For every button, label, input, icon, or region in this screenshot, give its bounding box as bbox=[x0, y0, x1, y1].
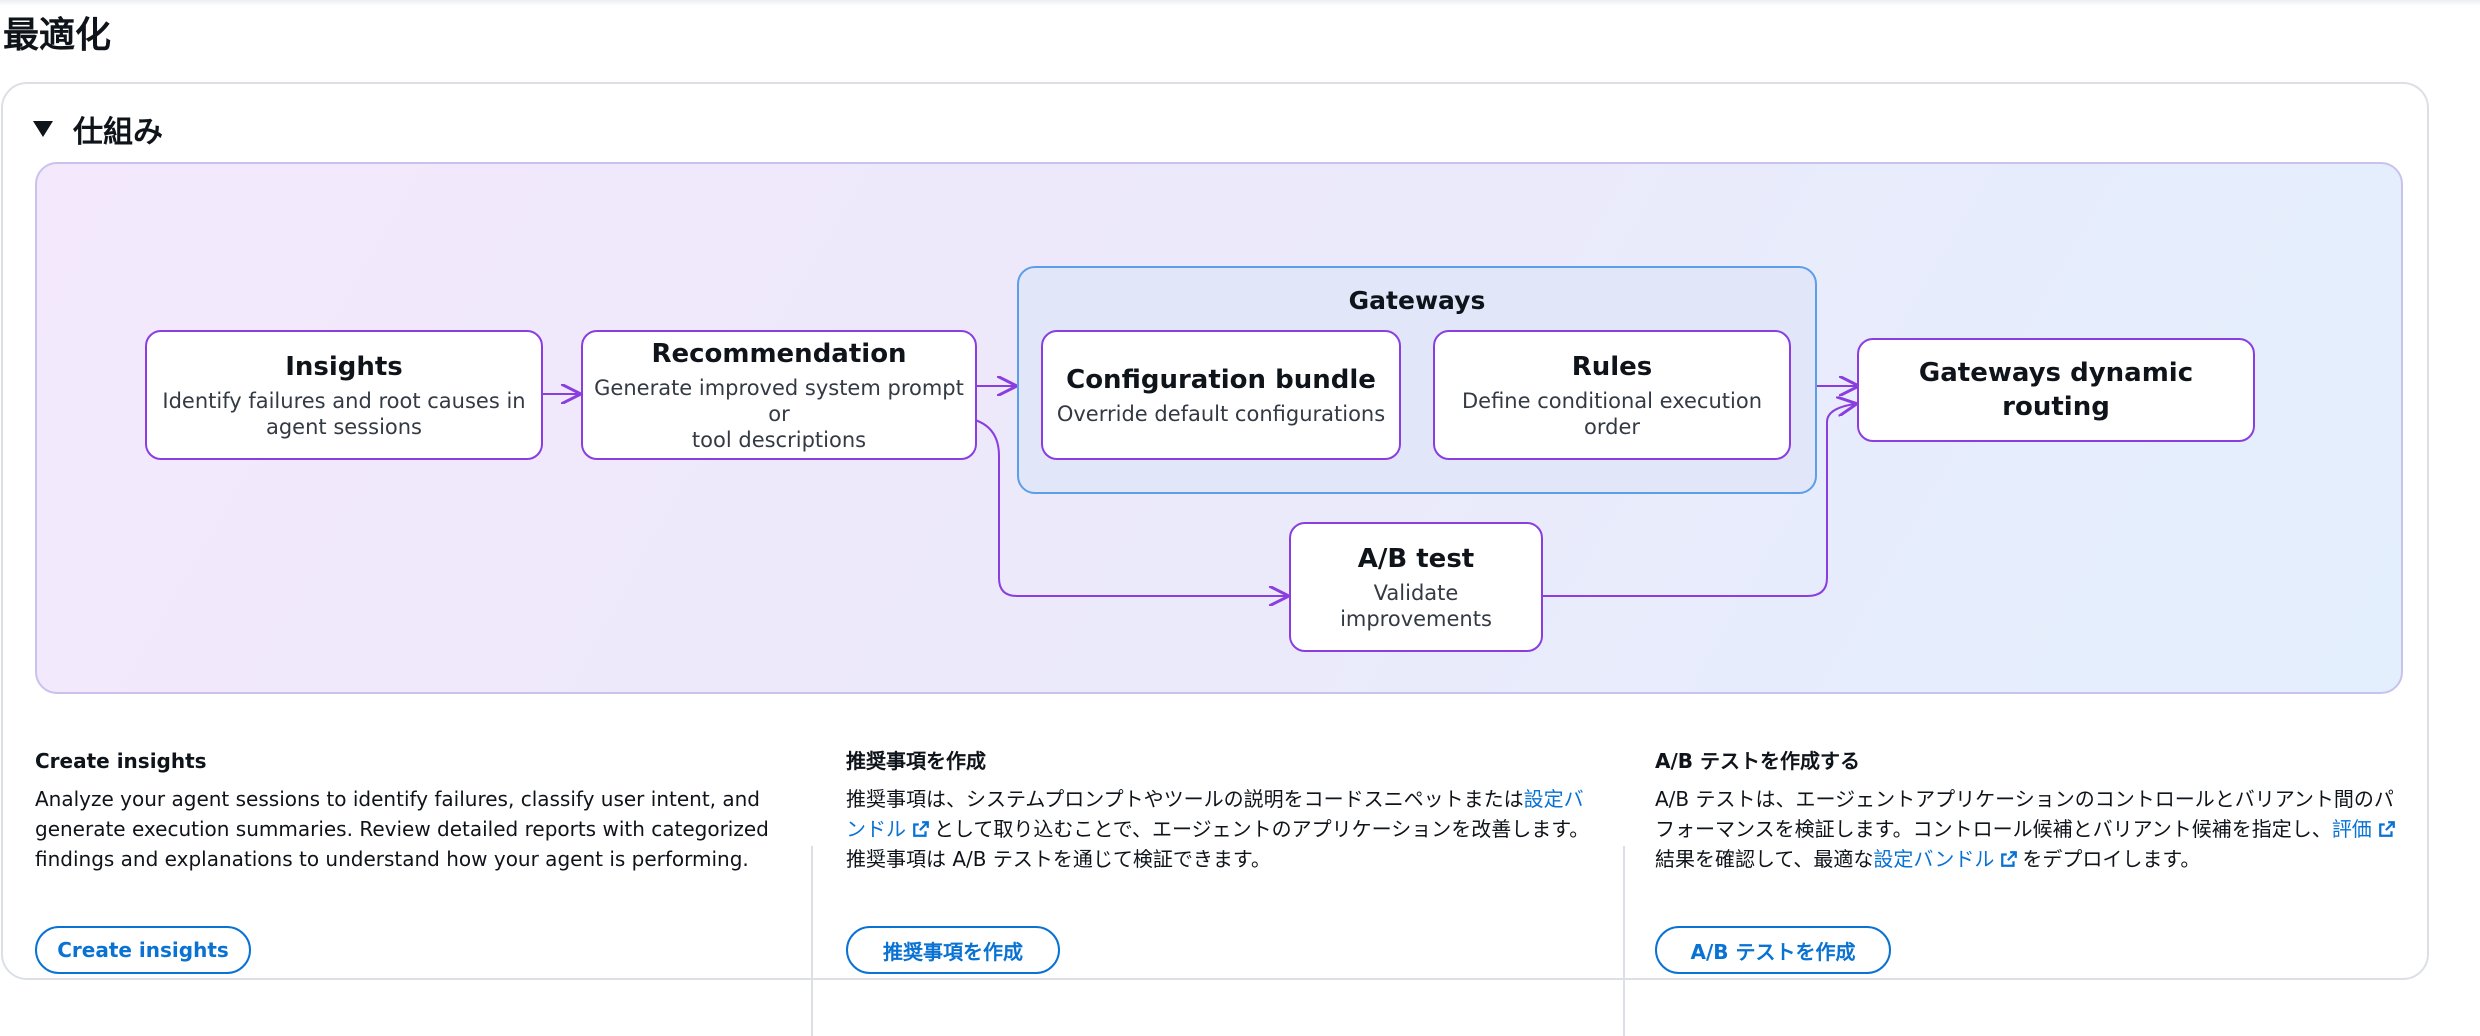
ab-test-title: A/B test bbox=[1357, 544, 1475, 574]
body-text: として取り込むことで、エージェントのアプリケーションを改善します。推奨事項は A… bbox=[846, 817, 1590, 871]
body-text: 結果を確認して、最適な bbox=[1655, 847, 1874, 871]
action-columns: Create insights Analyze your agent sessi… bbox=[3, 704, 2431, 1036]
page-title: 最適化 bbox=[3, 15, 112, 56]
gateways-dynamic-routing-node: Gateways dynamic routing bbox=[1857, 338, 2255, 442]
column-title: 推奨事項を作成 bbox=[846, 749, 986, 773]
recommendation-desc-line2: tool descriptions bbox=[691, 428, 867, 452]
create-insights-button[interactable]: Create insights bbox=[35, 926, 251, 974]
rules-node: Rules Define conditional execution order bbox=[1433, 330, 1791, 460]
column-body: Analyze your agent sessions to identify … bbox=[35, 787, 769, 871]
configuration-bundle-node: Configuration bundle Override default co… bbox=[1041, 330, 1401, 460]
insights-node: Insights Identify failures and root caus… bbox=[145, 330, 543, 460]
ab-test-desc: Validate improvements bbox=[1340, 581, 1492, 631]
gateways-dynamic-routing-title: Gateways dynamic routing bbox=[1918, 358, 2194, 422]
top-shadow bbox=[0, 0, 2480, 6]
external-link-icon bbox=[2378, 821, 2395, 837]
body-text: 推奨事項は、システムプロンプトやツールの説明をコードスニペットまたは bbox=[846, 787, 1524, 811]
section-title: 仕組み bbox=[73, 115, 163, 150]
evaluation-link[interactable]: 評価 bbox=[2332, 817, 2372, 841]
configuration-bundle-title: Configuration bundle bbox=[1066, 365, 1376, 395]
recommendation-title: Recommendation bbox=[651, 339, 907, 369]
insights-desc-line1: Identify failures and root causes in bbox=[162, 389, 526, 413]
gateways-group-title: Gateways bbox=[1348, 286, 1486, 315]
how-it-works-container: 仕組み Insights Identify failures and root … bbox=[1, 82, 2431, 1036]
rules-desc: Define conditional execution order bbox=[1461, 389, 1763, 439]
external-link-icon bbox=[2001, 851, 2018, 867]
insights-title: Insights bbox=[285, 352, 403, 382]
config-bundle-link[interactable]: 設定バンドル bbox=[1873, 847, 1994, 871]
body-text: をデプロイします。 bbox=[2022, 847, 2201, 871]
caret-down-icon bbox=[33, 121, 53, 137]
recommendation-node: Recommendation Generate improved system … bbox=[581, 330, 977, 460]
body-text: A/B テストは、エージェントアプリケーションのコントロールとバリアント間のパフ… bbox=[1655, 787, 2394, 841]
column-divider bbox=[811, 846, 813, 1036]
section-toggle[interactable]: 仕組み bbox=[33, 106, 163, 152]
workflow-diagram: Insights Identify failures and root caus… bbox=[35, 162, 2403, 694]
column-title: A/B テストを作成する bbox=[1655, 749, 1860, 773]
create-ab-test-button[interactable]: A/B テストを作成 bbox=[1655, 926, 1891, 974]
ab-test-node: A/B test Validate improvements bbox=[1289, 522, 1543, 652]
column-title: Create insights bbox=[35, 749, 207, 773]
external-link-icon bbox=[913, 821, 929, 837]
column-body: A/B テストは、エージェントアプリケーションのコントロールとバリアント間のパフ… bbox=[1655, 784, 2405, 874]
rules-title: Rules bbox=[1571, 352, 1653, 382]
insights-desc-line2: agent sessions bbox=[265, 415, 422, 439]
recommendation-desc-line1: Generate improved system prompt or bbox=[594, 376, 964, 426]
column-body: 推奨事項は、システムプロンプトやツールの説明をコードスニペットまたは設定バンドル… bbox=[846, 784, 1596, 874]
create-recommendation-button[interactable]: 推奨事項を作成 bbox=[846, 926, 1060, 974]
column-divider bbox=[1623, 846, 1625, 1036]
configuration-bundle-desc: Override default configurations bbox=[1056, 402, 1386, 426]
